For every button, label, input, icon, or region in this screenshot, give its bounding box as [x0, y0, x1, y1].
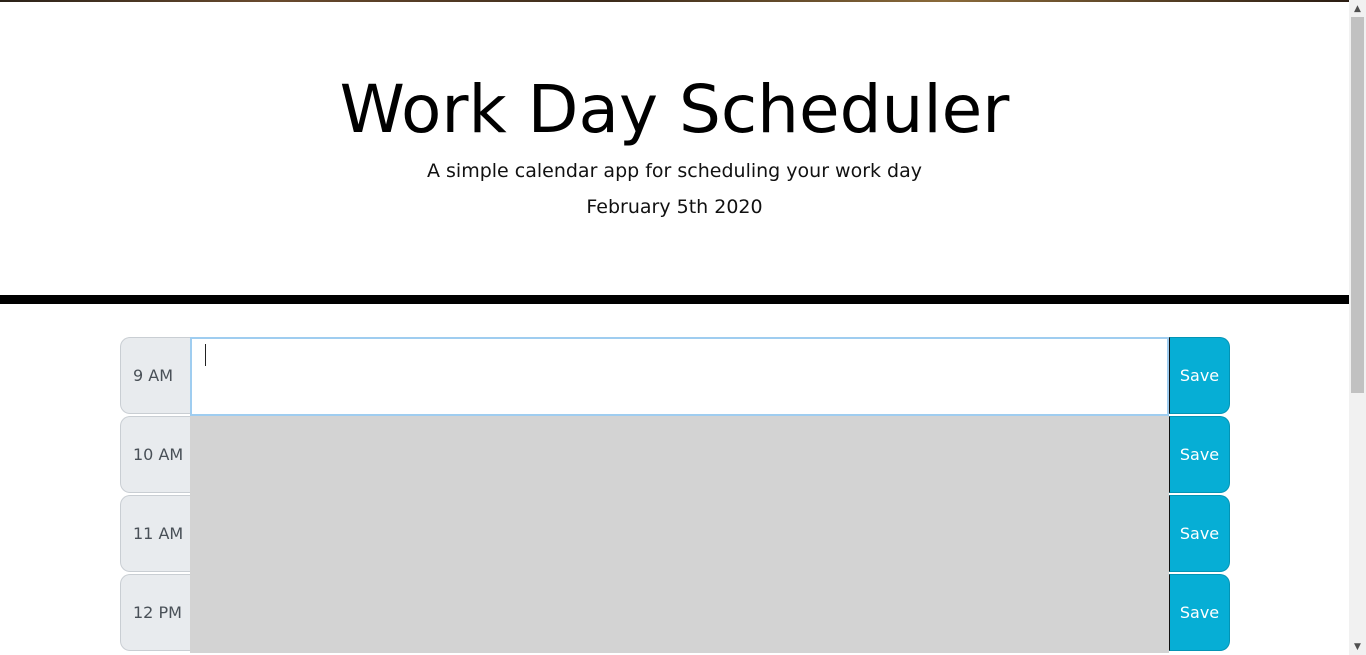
hour-label: 9 AM [120, 337, 190, 414]
event-description-input[interactable] [190, 574, 1169, 653]
event-description-input[interactable] [190, 337, 1169, 416]
timeblock-row: 9 AM Save [120, 337, 1230, 416]
event-description-input[interactable] [190, 495, 1169, 574]
timeblock-list: 9 AM Save 10 AM Save 11 AM Save 12 PM Sa… [120, 337, 1230, 653]
save-button[interactable]: Save [1169, 574, 1230, 651]
save-button[interactable]: Save [1169, 416, 1230, 493]
header-divider [0, 295, 1349, 304]
arrow-down-icon[interactable]: ▼ [1349, 638, 1366, 655]
page: Work Day Scheduler A simple calendar app… [0, 0, 1349, 655]
current-day: February 5th 2020 [586, 196, 763, 218]
header: Work Day Scheduler A simple calendar app… [0, 2, 1349, 295]
save-button[interactable]: Save [1169, 495, 1230, 572]
text-cursor [205, 344, 206, 366]
hour-label: 11 AM [120, 495, 190, 572]
event-description-input[interactable] [190, 416, 1169, 495]
hour-label: 12 PM [120, 574, 190, 651]
arrow-up-icon[interactable]: ▲ [1349, 0, 1366, 17]
page-title: Work Day Scheduler [339, 71, 1010, 148]
hour-label: 10 AM [120, 416, 190, 493]
timeblock-row: 10 AM Save [120, 416, 1230, 495]
vertical-scrollbar[interactable]: ▲ ▼ [1349, 0, 1366, 655]
save-button[interactable]: Save [1169, 337, 1230, 414]
timeblock-row: 12 PM Save [120, 574, 1230, 653]
timeblock-row: 11 AM Save [120, 495, 1230, 574]
scrollbar-thumb[interactable] [1351, 17, 1364, 393]
page-subtitle: A simple calendar app for scheduling you… [426, 160, 923, 182]
